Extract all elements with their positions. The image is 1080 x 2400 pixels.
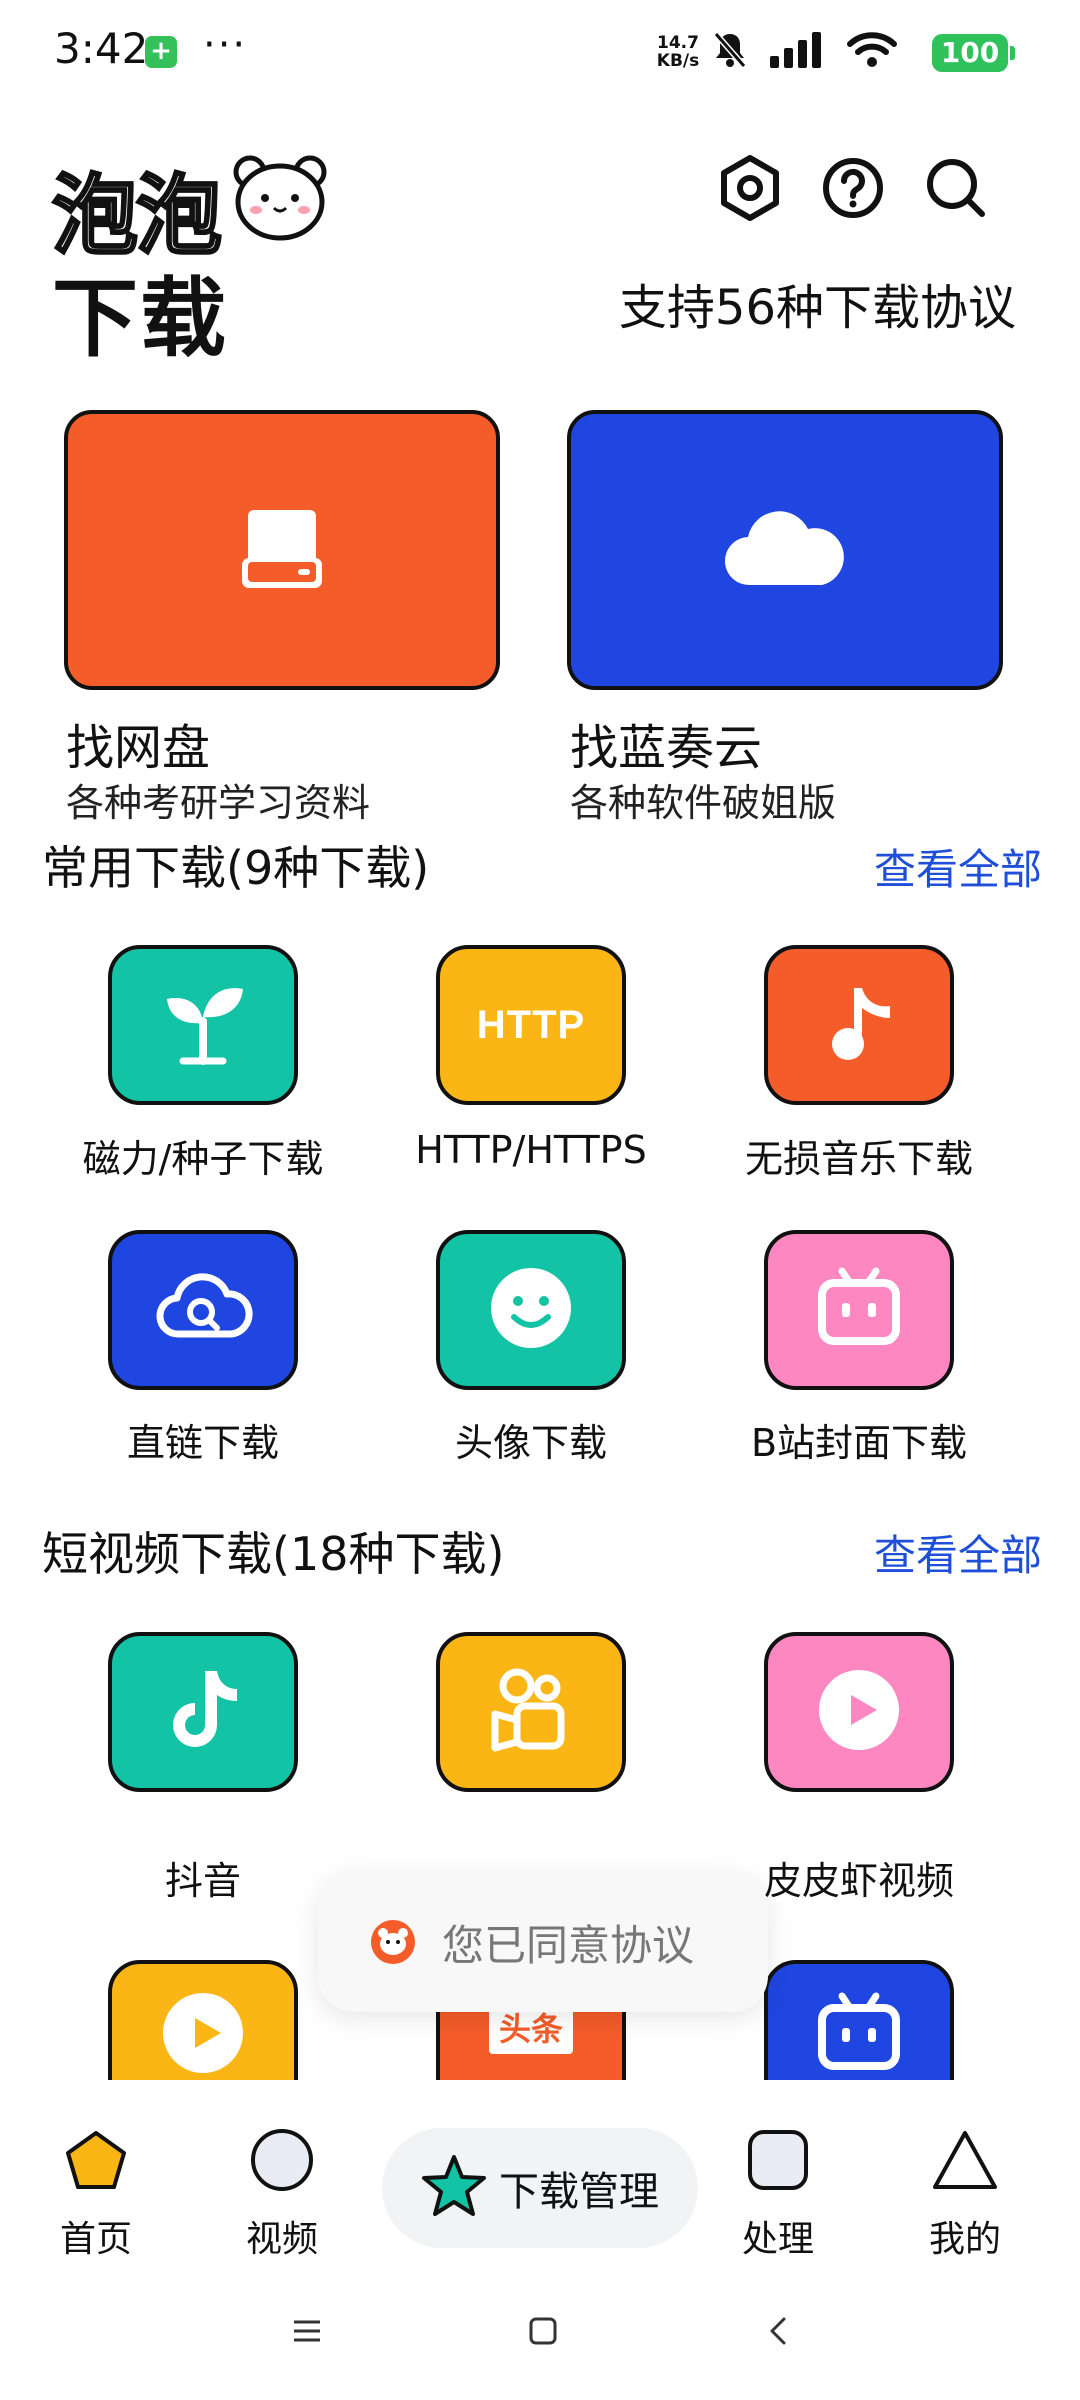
network-speed-unit: KB/s <box>656 51 700 71</box>
video-tile-4[interactable] <box>108 1960 298 2080</box>
help-button[interactable] <box>813 150 893 230</box>
nav-mine-label: 我的 <box>928 2219 1001 2260</box>
bear-app-icon <box>370 1919 416 1965</box>
network-speed: 14.7 KB/s <box>650 34 706 70</box>
lossless-music-tile[interactable] <box>764 945 954 1105</box>
video-tile-6[interactable] <box>764 1960 954 2080</box>
lanzou-card[interactable] <box>567 410 1003 690</box>
magnet-download-label: 磁力/种子下载 <box>82 1137 324 1181</box>
bear-logo-icon <box>232 152 328 246</box>
settings-button[interactable] <box>710 150 790 230</box>
nav-download-manager-label: 下载管理 <box>499 2169 659 2215</box>
cloud-search-icon <box>153 1268 253 1352</box>
nav-process[interactable]: 处理 <box>708 2122 848 2262</box>
nav-home[interactable]: 首页 <box>26 2122 166 2262</box>
douyin-tile[interactable] <box>108 1632 298 1792</box>
app-logo-subtitle: 下载 <box>52 269 228 369</box>
triangle-icon <box>931 2129 999 2195</box>
douyin-icon <box>163 1665 243 1759</box>
more-notifications-icon: ··· <box>203 22 248 68</box>
back-icon[interactable] <box>762 2314 796 2352</box>
pentagon-icon <box>64 2129 128 2195</box>
agreement-toast: 您已同意协议 <box>318 1872 768 2012</box>
avatar-download-label: 头像下载 <box>454 1421 607 1465</box>
wifi-icon <box>846 30 898 74</box>
common-section-title: 常用下载(9种下载) <box>42 841 430 895</box>
status-time: 3:42 <box>54 24 149 73</box>
netdisk-card[interactable] <box>64 410 500 690</box>
settings-hex-icon <box>716 154 784 226</box>
home-icon[interactable] <box>526 2314 560 2352</box>
kuaishou-icon <box>483 1662 579 1762</box>
circle-icon <box>249 2127 315 2197</box>
app-badge-icon: + <box>145 36 177 68</box>
mute-bell-icon <box>712 30 748 74</box>
magnet-download-tile[interactable] <box>108 945 298 1105</box>
drive-icon <box>234 500 330 600</box>
signal-icon <box>768 30 828 74</box>
http-icon: HTTP <box>476 1002 586 1047</box>
toast-message: 您已同意协议 <box>442 1920 695 1970</box>
lanzou-subtitle: 各种软件破姐版 <box>570 781 837 825</box>
menu-icon[interactable] <box>290 2314 324 2352</box>
direct-link-label: 直链下载 <box>126 1421 279 1465</box>
star-icon <box>421 2154 487 2222</box>
sprout-icon <box>153 973 253 1077</box>
http-download-label: HTTP/HTTPS <box>415 1128 647 1172</box>
protocol-tagline: 支持56种下载协议 <box>618 280 1016 336</box>
system-navigation-bar <box>0 2290 1080 2400</box>
lanzou-title[interactable]: 找蓝奏云 <box>570 708 762 778</box>
nav-video[interactable]: 视频 <box>212 2122 352 2262</box>
status-bar: 3:42 + ··· 14.7 KB/s 100 <box>0 0 1080 100</box>
bilibili-cover-label: B站封面下载 <box>750 1421 968 1465</box>
smiley-icon <box>488 1265 574 1355</box>
network-speed-value: 14.7 <box>657 33 699 53</box>
direct-link-tile[interactable] <box>108 1230 298 1390</box>
short-video-view-all-link[interactable]: 查看全部 <box>874 1522 1042 1583</box>
bottom-navigation: 首页 视频 下载管理 处理 我的 <box>0 2080 1080 2290</box>
tv-icon <box>814 1265 904 1355</box>
search-button[interactable] <box>916 150 996 230</box>
play-circle-icon <box>160 1990 246 2080</box>
search-icon <box>924 156 988 224</box>
lossless-music-label: 无损音乐下载 <box>744 1137 973 1181</box>
avatar-download-tile[interactable] <box>436 1230 626 1390</box>
play-circle-icon <box>816 1667 902 1757</box>
common-view-all-link[interactable]: 查看全部 <box>874 836 1042 897</box>
netdisk-title[interactable]: 找网盘 <box>66 708 210 778</box>
kuaishou-tile[interactable] <box>436 1632 626 1792</box>
tv-icon <box>814 1990 904 2080</box>
cloud-icon <box>720 503 850 597</box>
pipixia-tile[interactable] <box>764 1632 954 1792</box>
bilibili-cover-tile[interactable] <box>764 1230 954 1390</box>
music-note-icon <box>814 978 904 1072</box>
nav-home-label: 首页 <box>59 2219 132 2260</box>
battery-indicator: 100 <box>932 34 1015 72</box>
nav-download-manager[interactable]: 下载管理 <box>382 2128 698 2248</box>
netdisk-subtitle: 各种考研学习资料 <box>66 781 371 825</box>
help-icon <box>821 156 885 224</box>
nav-process-label: 处理 <box>741 2219 814 2260</box>
http-download-tile[interactable]: HTTP <box>436 945 626 1105</box>
nav-video-label: 视频 <box>245 2219 318 2260</box>
rounded-square-icon <box>746 2128 810 2196</box>
short-video-section-title: 短视频下载(18种下载) <box>42 1527 505 1581</box>
nav-mine[interactable]: 我的 <box>895 2122 1035 2262</box>
